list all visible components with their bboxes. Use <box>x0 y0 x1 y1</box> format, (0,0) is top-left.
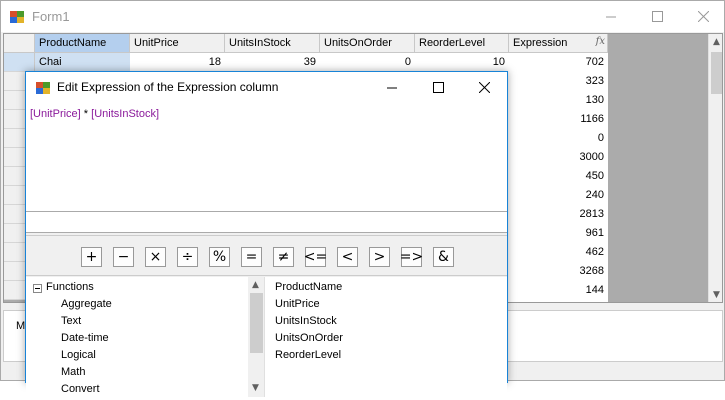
maximize-button[interactable] <box>634 1 680 32</box>
cell-expression[interactable]: 3268 <box>509 262 608 281</box>
tree-item-text[interactable]: Text <box>61 315 81 327</box>
cell-reorderlevel[interactable]: 10 <box>415 53 509 72</box>
column-header-expression-label: Expression <box>513 37 568 49</box>
close-button[interactable] <box>680 1 725 32</box>
operator-button-multiply[interactable]: × <box>145 247 166 267</box>
fx-icon: fx <box>595 36 605 47</box>
operator-button-greater-equal[interactable]: => <box>400 247 423 267</box>
tree-item-logical[interactable]: Logical <box>61 349 96 361</box>
maximize-icon <box>432 82 444 93</box>
column-header-reorderlevel[interactable]: ReorderLevel <box>415 34 509 53</box>
operator-button-less-equal[interactable]: <= <box>304 247 327 267</box>
dialog-maximize-button[interactable] <box>415 72 461 103</box>
minimize-button[interactable] <box>588 1 634 32</box>
tree-scroll-thumb[interactable] <box>250 293 263 353</box>
dialog-app-icon <box>36 82 50 94</box>
operator-button-less-than[interactable]: < <box>337 247 358 267</box>
cell-expression[interactable]: 130 <box>509 91 608 110</box>
maximize-icon <box>651 11 663 22</box>
operator-button-divide[interactable]: ÷ <box>177 247 198 267</box>
dialog-title: Edit Expression of the Expression column <box>57 80 279 94</box>
cell-expression[interactable]: 2813 <box>509 205 608 224</box>
column-header-expression[interactable]: Expression fx <box>509 34 608 53</box>
expression-error-area <box>26 212 507 233</box>
app-icon <box>10 11 24 23</box>
operator-button-greater-than[interactable]: > <box>369 247 390 267</box>
column-header-unitsonorder[interactable]: UnitsOnOrder <box>320 34 415 53</box>
grid-vertical-scrollbar[interactable]: ▲ ▼ <box>708 34 722 302</box>
close-icon <box>697 11 709 22</box>
window-titlebar: Form1 <box>1 1 724 32</box>
tree-item-date-time[interactable]: Date-time <box>61 332 109 344</box>
grid-empty-area <box>608 34 708 302</box>
tree-collapse-icon[interactable] <box>33 284 42 293</box>
expression-text: [UnitPrice] * [UnitsInStock] <box>30 108 159 120</box>
expression-token-unitprice: [UnitPrice] <box>30 108 81 120</box>
scroll-down-arrow-icon[interactable]: ▼ <box>252 383 259 393</box>
operator-button-ampersand[interactable]: & <box>433 247 454 267</box>
tree-item-aggregate[interactable]: Aggregate <box>61 298 112 310</box>
field-item-productname[interactable]: ProductName <box>275 281 342 293</box>
cell-expression[interactable]: 144 <box>509 281 608 300</box>
dialog-titlebar: Edit Expression of the Expression column <box>26 72 507 103</box>
cell-unitprice[interactable]: 18 <box>130 53 225 72</box>
cell-unitsonorder[interactable]: 0 <box>320 53 415 72</box>
tree-item-functions[interactable]: Functions <box>46 281 94 293</box>
grid-scroll-thumb[interactable] <box>711 52 722 94</box>
operator-button-equals[interactable]: = <box>241 247 262 267</box>
scroll-down-arrow-icon[interactable]: ▼ <box>713 290 720 300</box>
expression-token-operator: * <box>80 108 92 120</box>
minimize-icon <box>606 16 616 17</box>
cell-expression[interactable]: 323 <box>509 72 608 91</box>
tree-item-convert[interactable]: Convert <box>61 383 100 395</box>
field-item-unitsinstock[interactable]: UnitsInStock <box>275 315 337 327</box>
cell-expression[interactable]: 702 <box>509 53 608 72</box>
fields-list[interactable]: ProductName UnitPrice UnitsInStock UnitsOnO… <box>271 277 507 397</box>
field-item-unitsonorder[interactable]: UnitsOnOrder <box>275 332 343 344</box>
close-icon <box>478 82 490 93</box>
expression-editor-dialog: Edit Expression of the Expression column… <box>25 71 508 400</box>
operator-button-minus[interactable]: − <box>113 247 134 267</box>
bottom-label: M <box>16 320 26 332</box>
cell-expression[interactable]: 1166 <box>509 110 608 129</box>
dialog-minimize-button[interactable] <box>369 72 415 103</box>
column-header-productname[interactable]: ProductName <box>35 34 130 53</box>
window-title: Form1 <box>32 9 70 24</box>
column-header-unitsinstock[interactable]: UnitsInStock <box>225 34 320 53</box>
tree-item-math[interactable]: Math <box>61 366 85 378</box>
cell-expression[interactable]: 450 <box>509 167 608 186</box>
field-item-reorderlevel[interactable]: ReorderLevel <box>275 349 341 361</box>
cell-expression[interactable]: 240 <box>509 186 608 205</box>
operator-button-percent[interactable]: % <box>209 247 230 267</box>
scroll-up-arrow-icon[interactable]: ▲ <box>252 280 259 290</box>
grid-corner-header[interactable] <box>4 34 35 53</box>
cell-expression[interactable]: 0 <box>509 129 608 148</box>
field-item-unitprice[interactable]: UnitPrice <box>275 298 320 310</box>
tree-scrollbar[interactable]: ▲ ▼ <box>248 277 264 397</box>
lists-area: Functions Aggregate Text Date-time Logical M… <box>26 277 507 400</box>
minimize-icon <box>387 87 397 88</box>
expression-token-unitsinstock: [UnitsInStock] <box>91 108 160 120</box>
operator-toolbar: + − × ÷% = ≠ <= < > => & <box>26 235 507 276</box>
operator-button-not-equals[interactable]: ≠ <box>273 247 294 267</box>
scroll-up-arrow-icon[interactable]: ▲ <box>713 37 720 47</box>
cell-expression[interactable]: 961 <box>509 224 608 243</box>
dialog-close-button[interactable] <box>461 72 507 103</box>
column-header-unitprice[interactable]: UnitPrice <box>130 34 225 53</box>
row-header[interactable] <box>4 53 35 72</box>
cell-expression[interactable]: 3000 <box>509 148 608 167</box>
cell-productname[interactable]: Chai <box>35 53 130 72</box>
functions-tree[interactable]: Functions Aggregate Text Date-time Logical M… <box>26 277 265 397</box>
cell-unitsinstock[interactable]: 39 <box>225 53 320 72</box>
operator-button-plus[interactable]: + <box>81 247 102 267</box>
cell-expression[interactable]: 462 <box>509 243 608 262</box>
expression-input[interactable]: [UnitPrice] * [UnitsInStock] <box>26 103 507 212</box>
